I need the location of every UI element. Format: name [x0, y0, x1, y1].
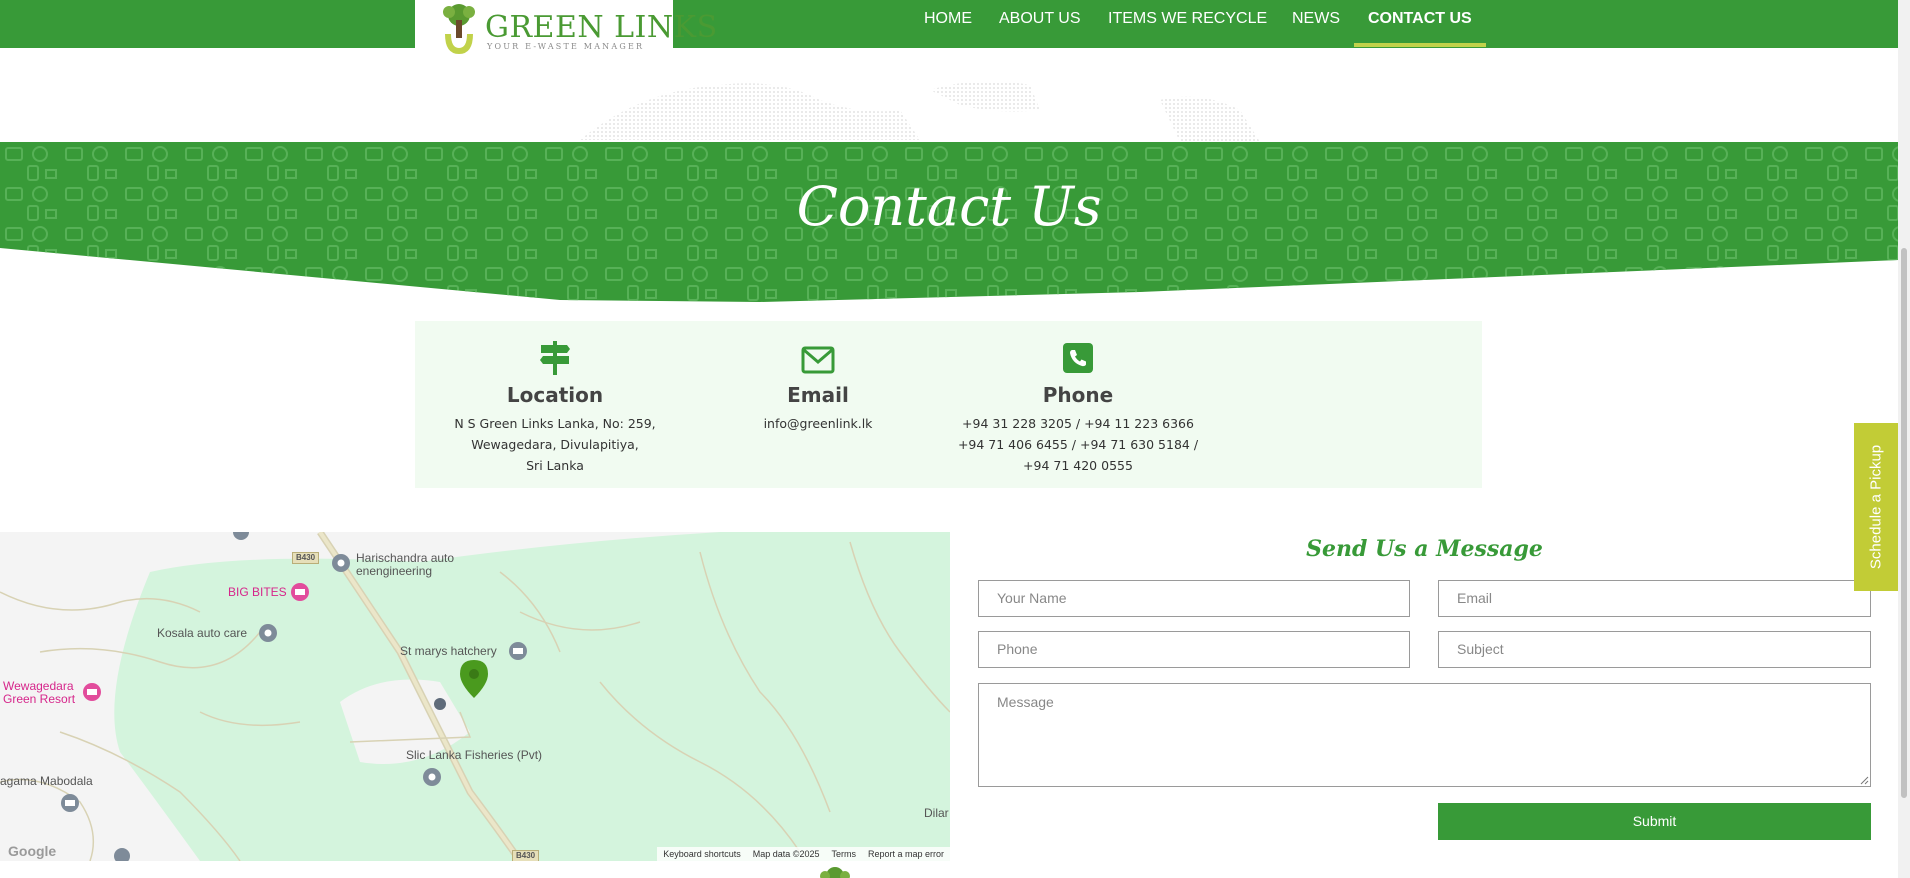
location-title: Location: [506, 383, 604, 407]
logo-subtitle: YOUR E-WASTE MANAGER: [487, 42, 645, 51]
page-scrollbar[interactable]: [1898, 0, 1910, 878]
subject-input[interactable]: Subject: [1438, 631, 1871, 668]
top-navbar: HOME ABOUT US ITEMS WE RECYCLE NEWS CONT…: [0, 0, 1898, 48]
phone-numbers: +94 31 228 3205 / +94 11 223 6366 +94 71…: [957, 416, 1199, 473]
phone-input[interactable]: Phone: [978, 631, 1410, 668]
footer-tree-logo-icon: [820, 867, 850, 878]
nav-items-we-recycle[interactable]: ITEMS WE RECYCLE: [1108, 0, 1267, 48]
map-label-big-bites[interactable]: BIG BITES: [228, 585, 287, 599]
map-terms-link[interactable]: Terms: [831, 847, 856, 861]
map-keyboard-shortcuts[interactable]: Keyboard shortcuts: [663, 847, 741, 861]
email-address[interactable]: info@greenlink.lk: [688, 413, 948, 434]
world-map-decoration: [580, 81, 1260, 142]
tree-logo-icon: [443, 4, 475, 54]
phone-title: Phone: [1042, 383, 1114, 407]
textarea-resize-handle-icon[interactable]: [1859, 775, 1869, 785]
map-canvas[interactable]: [0, 532, 950, 861]
form-title: Send Us a Message: [1306, 536, 1543, 562]
map-label-mabodala[interactable]: agama Mabodala: [0, 774, 93, 788]
schedule-pickup-label: Schedule a Pickup: [1867, 444, 1885, 570]
scrollbar-thumb[interactable]: [1901, 248, 1907, 798]
road-badge-b430: B430: [292, 552, 320, 564]
google-logo[interactable]: Google: [8, 843, 56, 859]
location-address: N S Green Links Lanka, No: 259, Wewageda…: [454, 416, 656, 473]
map-data-credit: Map data ©2025: [752, 849, 820, 859]
nav-home[interactable]: HOME: [924, 0, 972, 48]
nav-news[interactable]: NEWS: [1292, 0, 1340, 48]
nav-about-us[interactable]: ABOUT US: [999, 0, 1081, 48]
contact-info-panel: Location N S Green Links Lanka, No: 259,…: [415, 321, 1482, 488]
map-label-dilan[interactable]: Dilar: [924, 806, 949, 820]
phone-icon: [1063, 343, 1093, 373]
nav-contact-us[interactable]: CONTACT US: [1354, 0, 1486, 47]
map-footer: Keyboard shortcuts Map data ©2025 Terms …: [657, 847, 950, 861]
google-map[interactable]: B430 B430 Harischandra auto enengineerin…: [0, 532, 950, 861]
site-logo[interactable]: GREEN LINKS YOUR E-WASTE MANAGER: [415, 0, 717, 58]
envelope-icon: [801, 346, 835, 374]
signpost-icon: [540, 341, 570, 375]
email-input[interactable]: Email: [1438, 580, 1871, 617]
schedule-pickup-tab[interactable]: Schedule a Pickup: [1854, 423, 1898, 591]
name-input[interactable]: Your Name: [978, 580, 1410, 617]
email-title: Email: [787, 383, 849, 407]
map-label-slic-lanka[interactable]: Slic Lanka Fisheries (Pvt): [406, 748, 542, 762]
road-badge-b430-south: B430: [512, 850, 540, 861]
map-report-error-link[interactable]: Report a map error: [868, 847, 944, 861]
map-label-kosala[interactable]: Kosala auto care: [157, 626, 247, 640]
map-label-wewagedara[interactable]: Wewagedara Green Resort: [3, 680, 88, 706]
map-label-harischandra[interactable]: Harischandra auto enengineering: [356, 552, 476, 578]
message-textarea[interactable]: Message: [978, 683, 1871, 787]
logo-title: GREEN LINKS: [485, 10, 718, 45]
banner-title: Contact Us: [796, 175, 1102, 238]
map-label-st-marys[interactable]: St marys hatchery: [400, 644, 497, 658]
submit-button[interactable]: Submit: [1438, 803, 1871, 840]
